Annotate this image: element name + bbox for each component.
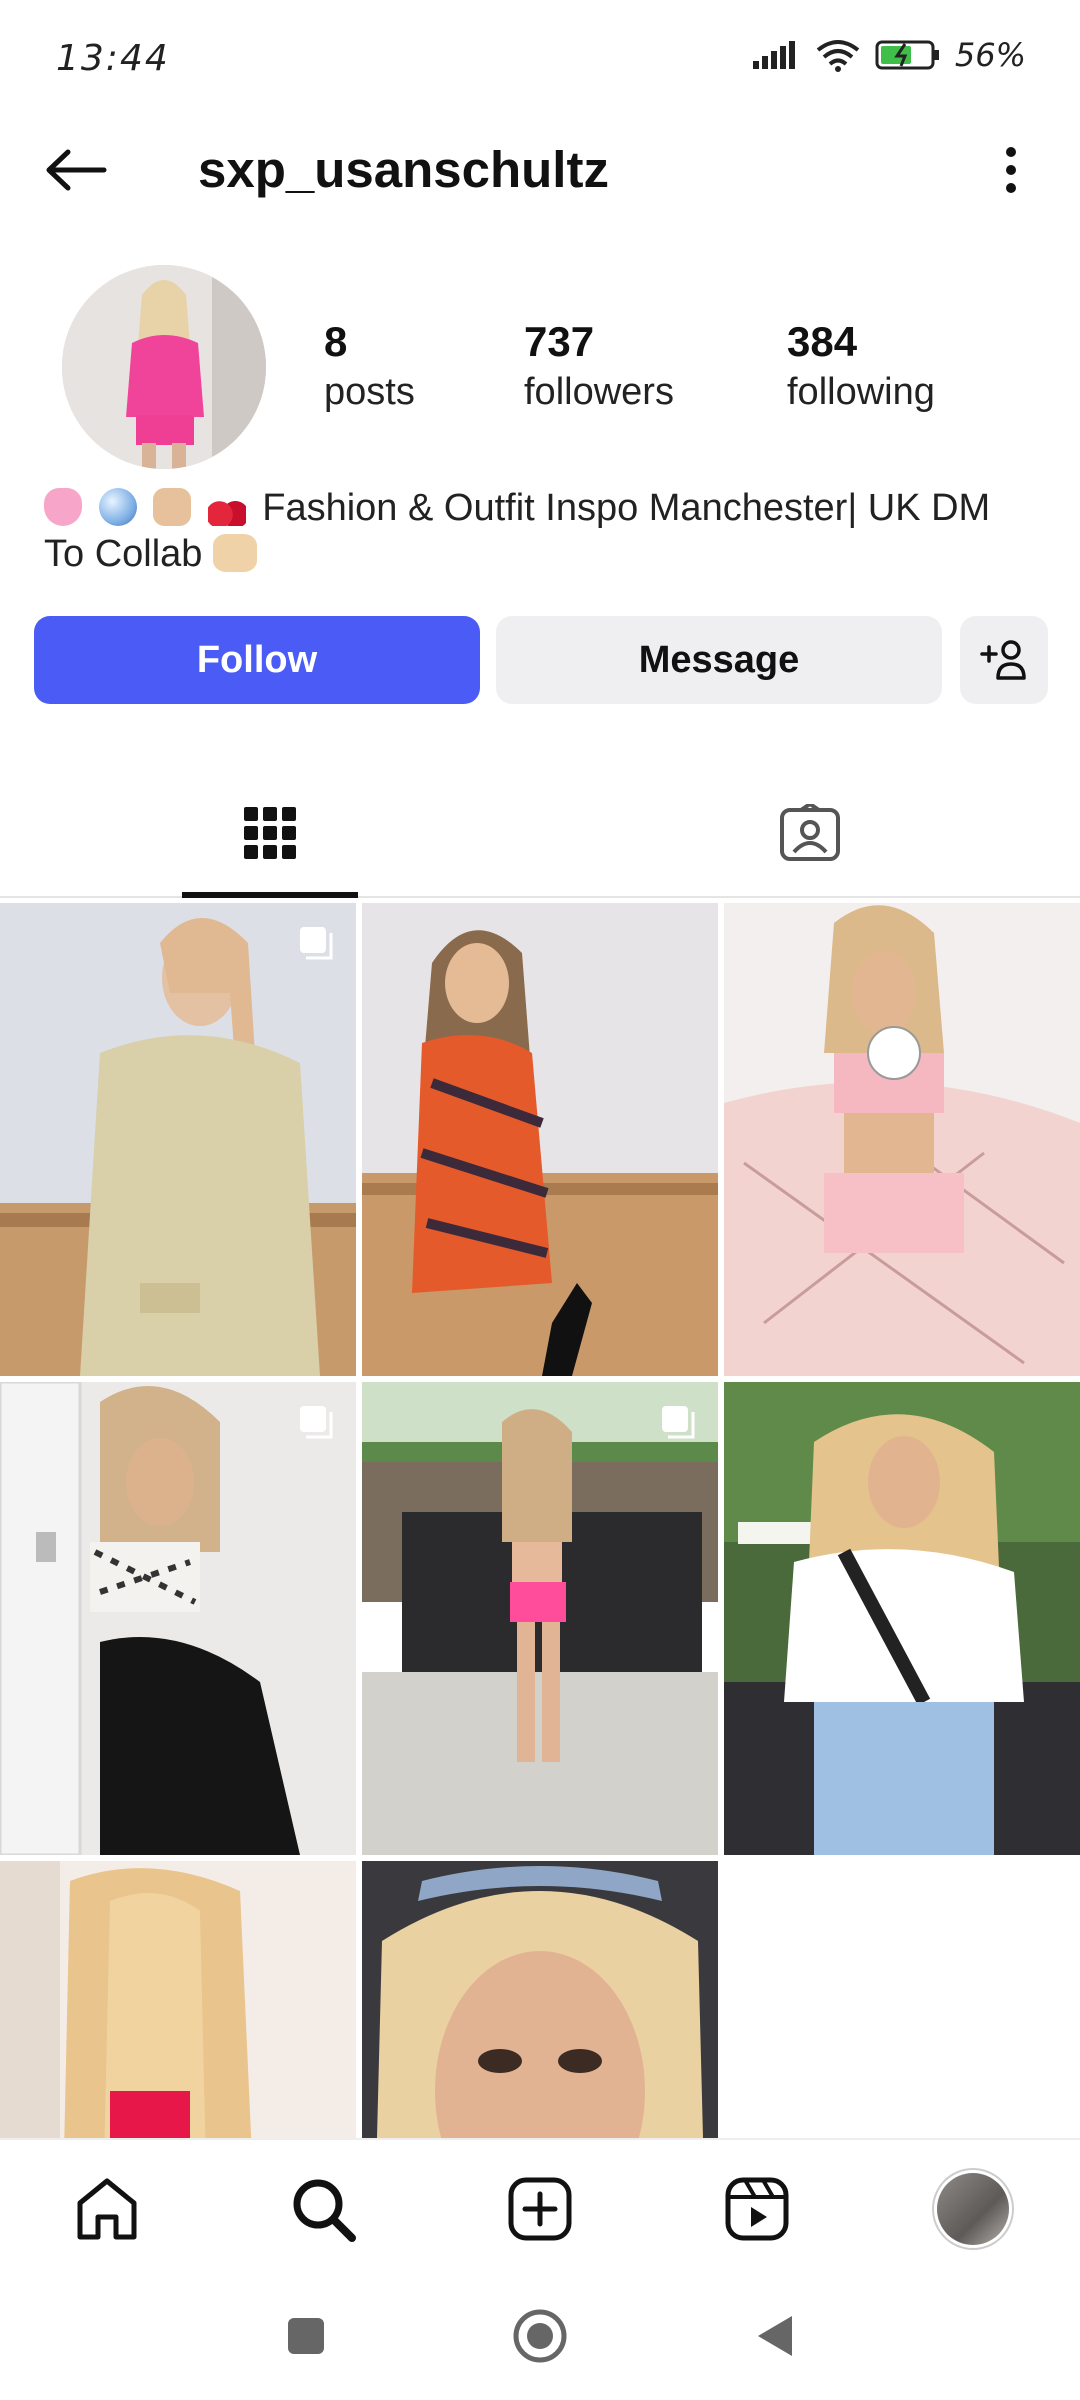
create-post-icon (508, 2177, 572, 2241)
active-tab-indicator (182, 892, 358, 898)
status-bar: 13:44 56% (0, 0, 1080, 110)
tab-posts-grid[interactable] (182, 770, 358, 896)
posts-label: posts (324, 371, 415, 413)
post-thumbnail-4[interactable] (0, 1382, 356, 1855)
post-thumbnail-6[interactable] (724, 1382, 1080, 1855)
more-options-button[interactable] (986, 140, 1036, 200)
grid-icon (244, 807, 296, 859)
recent-apps-button[interactable] (276, 2306, 336, 2366)
wifi-icon (816, 40, 860, 72)
victory-hand-emoji (153, 488, 192, 526)
back-button[interactable] (36, 140, 116, 200)
more-vertical-icon (1006, 147, 1016, 193)
stat-followers[interactable]: 737 followers (524, 318, 674, 418)
stat-following[interactable]: 384 following (787, 318, 935, 418)
nav-reels[interactable] (712, 2164, 802, 2254)
profile-avatar[interactable] (62, 265, 266, 469)
followers-label: followers (524, 371, 674, 413)
post-thumbnail-8[interactable] (362, 1861, 718, 2138)
post-image (724, 1382, 1080, 1855)
disco-ball-emoji (98, 488, 137, 526)
following-label: following (787, 371, 935, 413)
bottom-navigation (0, 2138, 1080, 2270)
follow-button[interactable]: Follow (34, 616, 480, 704)
post-image (362, 1382, 718, 1855)
post-image (362, 1861, 718, 2138)
followers-count: 737 (524, 318, 595, 365)
reels-icon (725, 2177, 789, 2241)
nav-search[interactable] (278, 2164, 368, 2254)
status-icons: 56% (751, 36, 1026, 74)
bio-text-line2: To Collab (44, 533, 203, 575)
post-thumbnail-2[interactable] (362, 903, 718, 1376)
square-icon (288, 2318, 324, 2354)
home-icon (77, 2178, 137, 2240)
triangle-back-icon (758, 2316, 792, 2356)
post-image (362, 903, 718, 1376)
posts-count: 8 (324, 318, 348, 365)
status-time: 13:44 (56, 38, 170, 79)
multiple-photos-icon (300, 927, 333, 960)
message-button[interactable]: Message (496, 616, 942, 704)
profile-bio: Fashion & Outfit Inspo Manchester| UK DM… (44, 485, 1044, 577)
nav-profile[interactable] (928, 2164, 1018, 2254)
profile-header: sxp_usanschultz (0, 110, 1080, 230)
profile-username: sxp_usanschultz (198, 141, 609, 198)
back-arrow-icon (46, 149, 107, 191)
tab-tagged[interactable] (720, 770, 900, 896)
avatar-photo (62, 265, 266, 469)
stat-posts[interactable]: 8 posts (324, 318, 415, 418)
add-user-icon (980, 640, 1026, 680)
home-button[interactable] (510, 2306, 570, 2366)
android-navigation-bar (0, 2268, 1080, 2400)
search-icon (293, 2179, 356, 2242)
circle-icon (513, 2309, 567, 2363)
post-image (0, 903, 356, 1376)
system-back-button[interactable] (744, 2306, 804, 2366)
following-count: 384 (787, 318, 858, 365)
tagged-icon (780, 804, 840, 861)
post-thumbnail-1[interactable] (0, 903, 356, 1376)
profile-avatar-nav (937, 2173, 1009, 2245)
post-image (724, 903, 1080, 1376)
heart-hands-emoji (212, 534, 257, 572)
post-thumbnail-7[interactable] (0, 1861, 356, 2138)
signal-icon (752, 41, 795, 69)
multiple-photos-icon (300, 1406, 333, 1439)
multiple-photos-icon (662, 1406, 695, 1439)
battery-percentage: 56% (954, 36, 1026, 74)
bio-text-line1: Fashion & Outfit Inspo Manchester| UK DM (262, 487, 991, 529)
battery-icon (875, 40, 939, 70)
profile-tabs (0, 770, 1080, 898)
cherries-emoji (207, 488, 246, 526)
pink-heart-emoji (44, 488, 82, 526)
suggested-users-button[interactable] (960, 616, 1048, 704)
post-thumbnail-3[interactable] (724, 903, 1080, 1376)
posts-grid (0, 903, 1080, 2138)
nav-create[interactable] (495, 2164, 585, 2254)
post-thumbnail-5[interactable] (362, 1382, 718, 1855)
nav-home[interactable] (62, 2164, 152, 2254)
post-image (0, 1861, 356, 2138)
post-image (0, 1382, 356, 1855)
